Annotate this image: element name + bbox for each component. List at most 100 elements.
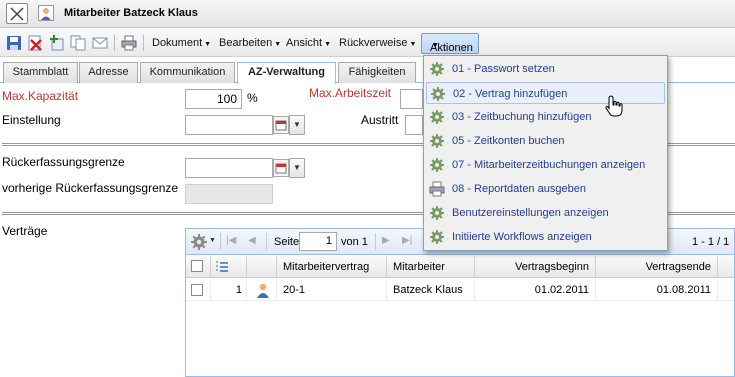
menu-item-mitarbeiterzeitbuchungen-anzeigen[interactable]: 07 - Mitarbeiterzeitbuchungen anzeigen [426, 154, 665, 176]
delete-icon[interactable] [27, 35, 43, 51]
tab-stammblatt[interactable]: Stammblatt [3, 62, 78, 83]
menu-item-label: 05 - Zeitkonten buchen [452, 135, 565, 147]
gear-icon[interactable] [191, 234, 207, 250]
save-icon[interactable] [6, 35, 22, 51]
toolbar-separator [114, 35, 115, 51]
close-button[interactable] [6, 3, 28, 24]
max-arbeitszeit-field[interactable] [400, 89, 423, 109]
tab-kommunikation[interactable]: Kommunikation [140, 62, 235, 83]
rueckerfassungsgrenze-date-field[interactable] [185, 158, 273, 178]
person-icon [38, 5, 54, 21]
rueckerfassungsgrenze-dropdown-button[interactable]: ▼ [289, 158, 305, 178]
menu-label: Ansicht [286, 37, 323, 49]
row-number-header [211, 256, 247, 278]
austritt-date-field[interactable] [405, 115, 423, 135]
next-page-icon[interactable]: ▶ [382, 235, 390, 246]
person-icon [257, 283, 269, 298]
cell-vertragsbeginn: 01.02.2011 [475, 279, 596, 301]
hand-cursor-icon [605, 95, 623, 117]
einstellung-label: Einstellung [2, 113, 61, 127]
add-document-icon[interactable] [49, 35, 65, 51]
cell-mitarbeitervertrag: 20-1 [277, 279, 387, 301]
printer-icon[interactable] [121, 35, 137, 51]
menu-item-label: 07 - Mitarbeiterzeitbuchungen anzeigen [452, 159, 646, 171]
einstellung-date-field[interactable] [185, 115, 273, 135]
last-page-icon[interactable]: ▶| [402, 235, 412, 246]
menu-ansicht[interactable]: Ansicht ▼ [286, 37, 331, 49]
calendar-icon [275, 163, 287, 174]
chevron-down-icon[interactable]: ▼ [209, 237, 216, 244]
toolbar-separator [220, 233, 221, 250]
einstellung-dropdown-button[interactable]: ▼ [289, 115, 305, 135]
tab-adresse[interactable]: Adresse [79, 62, 138, 83]
chevron-down-icon: ▼ [293, 120, 301, 129]
select-all-header [186, 256, 211, 278]
menu-aktionen[interactable]: Aktionen ▼ [421, 33, 479, 54]
close-icon [10, 7, 24, 21]
record-count: 1 - 1 / 1 [692, 236, 730, 248]
menu-dokument[interactable]: Dokument ▼ [152, 37, 211, 49]
mail-icon[interactable] [92, 35, 108, 51]
calendar-button[interactable] [273, 116, 289, 134]
menu-item-passwort-setzen[interactable]: 01 - Passwort setzen [426, 58, 665, 80]
rueckerfassungsgrenze-label: Rückerfassungsgrenze [2, 155, 125, 169]
chevron-down-icon: ▼ [293, 163, 301, 172]
window-title: Mitarbeiter Batzeck Klaus [64, 7, 198, 19]
page-count-label: von 1 [341, 236, 368, 248]
title-bar: Mitarbeiter Batzeck Klaus [0, 0, 735, 28]
toolbar: Dokument ▼ Bearbeiten ▼ Ansicht ▼ Rückverwe… [0, 29, 735, 57]
row-number: 1 [211, 279, 247, 301]
column-header-vertragsbeginn[interactable]: Vertragsbeginn [475, 256, 596, 278]
first-page-icon[interactable]: |◀ [226, 235, 236, 246]
menu-item-zeitbuchung-hinzufuegen[interactable]: 03 - Zeitbuchung hinzufügen [426, 106, 665, 128]
row-checkbox[interactable] [191, 284, 203, 296]
menu-rueckverweise[interactable]: Rückverweise ▼ [339, 37, 416, 49]
table-row[interactable]: 1 20-1 Batzeck Klaus 01.02.2011 01.08.20… [186, 279, 734, 301]
tab-az-verwaltung[interactable]: AZ-Verwaltung [237, 62, 336, 84]
calendar-icon [275, 120, 287, 131]
gear-icon [430, 230, 444, 244]
menu-item-label: 01 - Passwort setzen [452, 63, 555, 75]
menu-bearbeiten[interactable]: Bearbeiten ▼ [219, 37, 281, 49]
row-select-cell [186, 279, 211, 301]
chevron-down-icon: ▼ [409, 41, 417, 48]
toolbar-separator [143, 35, 144, 51]
chevron-down-icon: ▼ [324, 41, 332, 48]
max-kapazitaet-label: Max.Kapazität [2, 89, 79, 103]
menu-item-zeitkonten-buchen[interactable]: 05 - Zeitkonten buchen [426, 130, 665, 152]
menu-item-label: Benutzereinstellungen anzeigen [452, 207, 609, 219]
menu-item-label: 03 - Zeitbuchung hinzufügen [452, 111, 592, 123]
printer-icon [429, 181, 445, 197]
chevron-down-icon: ▼ [274, 41, 282, 48]
austritt-label: Austritt [361, 113, 399, 127]
column-header-mitarbeiter[interactable]: Mitarbeiter [387, 256, 475, 278]
previous-page-icon[interactable]: ◀ [248, 235, 256, 246]
menu-label: Bearbeiten [219, 37, 273, 49]
percent-unit: % [247, 91, 258, 105]
calendar-button[interactable] [273, 159, 289, 177]
page-input[interactable]: 1 [299, 232, 337, 251]
toolbar-separator [266, 233, 267, 250]
gear-icon [430, 62, 444, 76]
column-header-vertragsende[interactable]: Vertragsende [596, 256, 718, 278]
icon-column-header [247, 256, 277, 278]
menu-label: Dokument [152, 37, 203, 49]
toolbar-separator [375, 233, 376, 250]
menu-item-label: Initiierte Workflows anzeigen [452, 231, 592, 243]
vorherige-rueckerfassungsgrenze-label: vorherige Rückerfassungsgrenze [2, 181, 179, 195]
menu-label: Rückverweise [339, 37, 408, 49]
vorherige-rueckerfassungsgrenze-field [185, 184, 273, 204]
select-all-checkbox[interactable] [191, 260, 203, 272]
cell-vertragsende: 01.08.2011 [596, 279, 718, 301]
menu-item-initiierte-workflows-anzeigen[interactable]: Initiierte Workflows anzeigen [426, 226, 665, 248]
gear-icon [430, 110, 444, 124]
max-kapazitaet-field[interactable]: 100 [185, 89, 242, 109]
tab-faehigkeiten[interactable]: Fähigkeiten [338, 62, 416, 83]
column-header-mitarbeitervertrag[interactable]: Mitarbeitervertrag [277, 256, 387, 278]
copy-icon[interactable] [70, 35, 86, 51]
menu-item-vertrag-hinzufuegen[interactable]: 02 - Vertrag hinzufügen [426, 82, 665, 104]
menu-item-reportdaten-ausgeben[interactable]: 08 - Reportdaten ausgeben [426, 178, 665, 200]
cell-mitarbeiter: Batzeck Klaus [387, 279, 475, 301]
menu-item-benutzereinstellungen-anzeigen[interactable]: Benutzereinstellungen anzeigen [426, 202, 665, 224]
max-arbeitszeit-label: Max.Arbeitszeit [309, 86, 392, 100]
